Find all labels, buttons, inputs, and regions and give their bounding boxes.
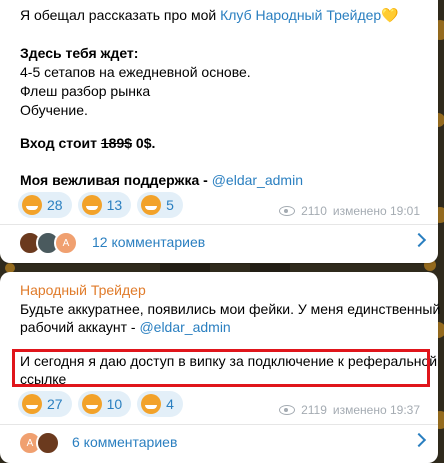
reactions: 27 10 4 [18,391,183,417]
reaction-chip[interactable]: 27 [18,391,72,417]
message-line: рабочий аккаунт - @eldar_admin [20,318,231,337]
message-line: Обучение. [20,102,88,118]
view-count: 2110 [301,204,327,218]
message-bubble-1[interactable]: Я обещал рассказать про мой Клуб Народны… [0,0,438,263]
edited-time: изменено 19:37 [332,403,420,417]
message-line: Будьте аккуратнее, появились мои фейки. … [20,301,441,317]
text: Моя вежливая поддержка - [20,172,212,188]
grin-emoji-icon [81,394,102,414]
comments-button[interactable]: A 12 комментариев [0,225,438,261]
grin-emoji-icon [22,195,42,215]
comments-label: 6 комментариев [72,434,178,450]
reaction-count: 5 [166,197,174,213]
comments-button[interactable]: A 6 комментариев [0,425,438,461]
grin-emoji-icon [141,394,162,414]
comment-avatars: A [18,231,78,255]
support-link[interactable]: @eldar_admin [212,172,303,188]
reaction-count: 10 [106,396,123,412]
reaction-chip[interactable]: 5 [137,192,183,218]
avatar [36,431,60,455]
old-price: 189$ [100,135,133,151]
admin-link[interactable]: @eldar_admin [139,319,230,335]
message-line: Флеш разбор рынка [20,83,151,99]
author-name[interactable]: Народный Трейдер [20,282,146,298]
highlight-frame [12,349,430,387]
price-line: Вход стоит 189$ 0$. [20,134,155,153]
text: Я обещал рассказать про мой [20,7,221,23]
eye-icon [279,405,296,415]
reaction-count: 4 [166,396,174,412]
reaction-count: 28 [47,197,63,213]
reactions: 28 13 5 [18,192,183,218]
edited-time: изменено 19:01 [332,204,420,218]
comments-label: 12 комментариев [92,234,206,250]
grin-emoji-icon [22,394,42,414]
grin-emoji-icon [141,195,162,215]
club-link[interactable]: Клуб Народный Трейдер [220,7,381,23]
reaction-count: 13 [106,197,123,213]
new-price: 0$. [132,135,156,151]
eye-icon [279,206,296,216]
avatar: A [54,231,78,255]
chevron-right-icon [411,232,427,248]
chevron-right-icon [411,432,427,448]
reaction-chip[interactable]: 28 [18,192,72,218]
heart-emoji: 💛 [381,7,399,23]
message-meta: 2119 изменено 19:37 [279,403,420,417]
reaction-chip[interactable]: 4 [137,391,183,417]
text: Вход стоит [20,135,101,151]
message-meta: 2110 изменено 19:01 [279,204,420,218]
reaction-chip[interactable]: 10 [77,391,132,417]
message-line: Я обещал рассказать про мой Клуб Народны… [20,6,399,25]
comment-avatars: A [18,431,60,455]
support-line: Моя вежливая поддержка - @eldar_admin [20,171,303,190]
view-count: 2119 [301,403,327,417]
text: рабочий аккаунт - [20,319,140,335]
reaction-chip[interactable]: 13 [77,192,132,218]
message-line: Здесь тебя ждет: [20,45,139,61]
grin-emoji-icon [81,195,102,215]
reaction-count: 27 [47,396,63,412]
message-line: 4-5 сетапов на ежедневной основе. [20,64,251,80]
